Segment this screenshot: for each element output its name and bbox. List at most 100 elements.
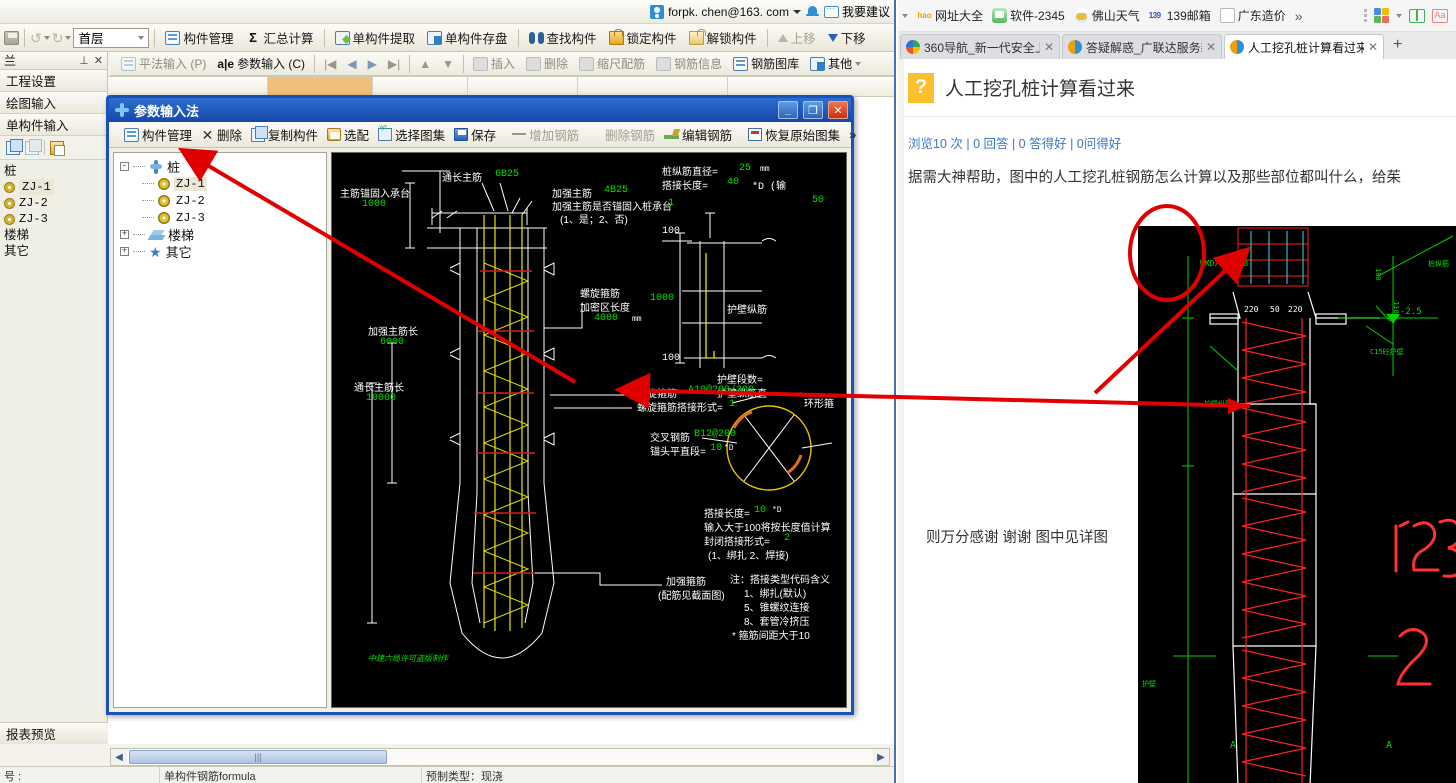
dialog-copy-component-button[interactable]: 复制构件: [247, 123, 322, 146]
tree-item-zj3[interactable]: ZJ-3: [4, 211, 107, 227]
close-icon[interactable]: ✕: [1368, 40, 1378, 54]
close-icon[interactable]: ✕: [94, 54, 103, 67]
document-icon: [1219, 8, 1235, 23]
question-attached-drawing[interactable]: WKD/WK2-R8 护壁纵筋 -2.5 桩纵筋 C15砼护壁 护壁 A A 1…: [1138, 226, 1456, 783]
chevron-down-icon[interactable]: [792, 9, 801, 14]
tab-qa-glodon[interactable]: 答疑解惑_广联达服务新 ✕: [1062, 34, 1222, 59]
cad-preview-canvas[interactable]: 主筋锚固入承台 1000 通长主筋 6B25 加强主筋 4B25 加强主筋是否锚…: [331, 152, 847, 708]
account-menu[interactable]: forpk. chen@163. com: [650, 4, 801, 19]
dialog-restore-atlas-button[interactable]: 恢复原始图集: [744, 123, 844, 146]
dialog-titlebar[interactable]: 参数输入法 _ ❐ ✕: [109, 98, 851, 122]
dialog-tree-item-zj3[interactable]: ZJ-3: [120, 209, 326, 226]
undo-chevron-down-icon[interactable]: [43, 35, 50, 40]
floor-select[interactable]: 首层: [73, 27, 150, 48]
tab-360-nav[interactable]: 360导航_新一代安全上网 ✕: [900, 34, 1060, 59]
toolbar-find-component[interactable]: 查找构件: [524, 26, 602, 49]
chevron-down-icon[interactable]: [138, 35, 145, 40]
sidebar-item-single-component-input[interactable]: 单构件输入: [0, 114, 107, 136]
apps-grid-icon[interactable]: [1374, 8, 1389, 23]
feedback-button[interactable]: 我要建议: [823, 3, 890, 20]
report-preview-button[interactable]: 报表预览: [0, 722, 108, 744]
scrollbar-track[interactable]: |||: [127, 749, 873, 765]
tree-item-stairs[interactable]: 楼梯: [4, 227, 107, 243]
nav-first-icon[interactable]: |◀: [319, 57, 341, 71]
font-size-icon[interactable]: Aa: [1432, 8, 1448, 23]
close-icon[interactable]: ✕: [1044, 40, 1054, 54]
dialog-component-manage-button[interactable]: 构件管理: [120, 123, 196, 146]
toolbar-unlock-component[interactable]: 解锁构件: [684, 26, 762, 49]
chevron-down-icon[interactable]: [855, 61, 862, 66]
grid-header-cell-selected[interactable]: [268, 77, 373, 96]
dialog-tree-item-zj2[interactable]: ZJ-2: [120, 192, 326, 209]
dialog-tree-item-pile[interactable]: - 桩: [120, 158, 326, 175]
redo-icon[interactable]: ↻: [52, 31, 64, 45]
toolbar-single-extract[interactable]: 单构件提取: [330, 26, 421, 49]
sidebar-item-draw-input[interactable]: 绘图输入: [0, 92, 107, 114]
toolbar-move-down[interactable]: 下移: [823, 26, 871, 49]
dialog-component-tree[interactable]: - 桩 ZJ-1 ZJ-2 ZJ-3 + 楼梯 + ★ 其它: [113, 152, 327, 708]
toolbar-summary-calc[interactable]: Σ 汇总计算: [240, 26, 318, 49]
pin-icon[interactable]: ⊥: [79, 54, 89, 67]
minimize-button[interactable]: _: [778, 101, 798, 119]
scrollbar-thumb[interactable]: |||: [129, 750, 387, 764]
notification-bell-icon[interactable]: [805, 5, 819, 19]
redo-chevron-down-icon[interactable]: [65, 35, 72, 40]
tree-expander-icon[interactable]: -: [120, 162, 129, 171]
question-meta[interactable]: 浏览10 次 | 0 回答 | 0 答得好 | 0问得好: [904, 117, 1456, 152]
close-button[interactable]: ✕: [828, 101, 848, 119]
tree-expander-icon[interactable]: +: [120, 230, 129, 239]
row-up-icon[interactable]: ▲: [414, 57, 436, 71]
save-icon[interactable]: [4, 30, 19, 45]
row-down-icon[interactable]: ▼: [437, 57, 459, 71]
toolbar2-param-input[interactable]: a|e 参数输入 (C): [212, 54, 310, 73]
grid-header-cell[interactable]: [108, 77, 268, 96]
menu-dots-icon[interactable]: [1364, 9, 1367, 22]
grid-header-cell[interactable]: [578, 77, 728, 96]
bookmark-139-mail[interactable]: 139 139邮箱: [1149, 7, 1211, 24]
nav-last-icon[interactable]: ▶|: [383, 57, 405, 71]
nav-prev-icon[interactable]: ◀: [342, 57, 361, 71]
maximize-button[interactable]: ❐: [803, 101, 823, 119]
grid-horizontal-scrollbar[interactable]: ◀ ||| ▶: [110, 748, 890, 766]
dialog-tree-item-stairs[interactable]: + 楼梯: [120, 226, 326, 243]
tree-item-other[interactable]: 其它: [4, 243, 107, 259]
dialog-save-button[interactable]: 保存: [450, 123, 500, 146]
bookmarks-chevron-icon[interactable]: [902, 13, 908, 18]
scroll-right-icon[interactable]: ▶: [873, 749, 889, 765]
dialog-tree-item-zj1[interactable]: ZJ-1: [120, 175, 326, 192]
copy-icon[interactable]: [6, 138, 23, 155]
bookmark-guangdong-zaojia[interactable]: 广东造价: [1219, 7, 1286, 24]
bookmark-foshan-weather[interactable]: 佛山天气: [1073, 7, 1140, 24]
dialog-tree-item-other[interactable]: + ★ 其它: [120, 243, 326, 260]
tree-item-zj1[interactable]: ZJ-1: [4, 179, 107, 195]
toolbar2-rebar-library[interactable]: 钢筋图库: [728, 54, 804, 73]
grid-header-cell[interactable]: [728, 77, 894, 96]
chevron-more-icon[interactable]: »: [845, 127, 860, 142]
toolbar-component-manage[interactable]: 构件管理: [160, 26, 238, 49]
dialog-delete-button[interactable]: ✕ 删除: [197, 123, 246, 146]
dialog-select-atlas-button[interactable]: 选择图集: [374, 123, 449, 146]
undo-icon[interactable]: ↺: [30, 31, 42, 45]
close-icon[interactable]: ✕: [1206, 40, 1216, 54]
new-tab-button[interactable]: +: [1386, 36, 1409, 56]
paste-icon[interactable]: [50, 140, 65, 156]
grid-header-cell[interactable]: [373, 77, 468, 96]
bookmarks-overflow-icon[interactable]: »: [1295, 8, 1303, 24]
dialog-edit-rebar-button[interactable]: 编辑钢筋: [660, 123, 736, 146]
tab-manual-pile[interactable]: 人工挖孔桩计算看过来_ ✕: [1224, 34, 1384, 59]
toolbar-single-store[interactable]: 单构件存盘: [422, 26, 513, 49]
bookmark-hao123[interactable]: hao 网址大全: [917, 7, 983, 24]
nav-next-icon[interactable]: ▶: [363, 57, 382, 71]
toolbar2-other[interactable]: 其他: [805, 54, 866, 73]
sidebar-item-project-settings[interactable]: 工程设置: [0, 70, 107, 92]
tree-item-zj2[interactable]: ZJ-2: [4, 195, 107, 211]
tree-item-pile[interactable]: 桩: [4, 163, 107, 179]
dialog-select-match-button[interactable]: 选配: [323, 123, 373, 146]
grid-header-cell[interactable]: [468, 77, 578, 96]
chevron-down-icon[interactable]: [1396, 13, 1402, 18]
book-icon[interactable]: [1409, 8, 1425, 23]
bookmark-software-2345[interactable]: 软件-2345: [992, 7, 1065, 24]
scroll-left-icon[interactable]: ◀: [111, 749, 127, 765]
toolbar-lock-component[interactable]: 锁定构件: [604, 26, 682, 49]
tree-expander-icon[interactable]: +: [120, 247, 129, 256]
